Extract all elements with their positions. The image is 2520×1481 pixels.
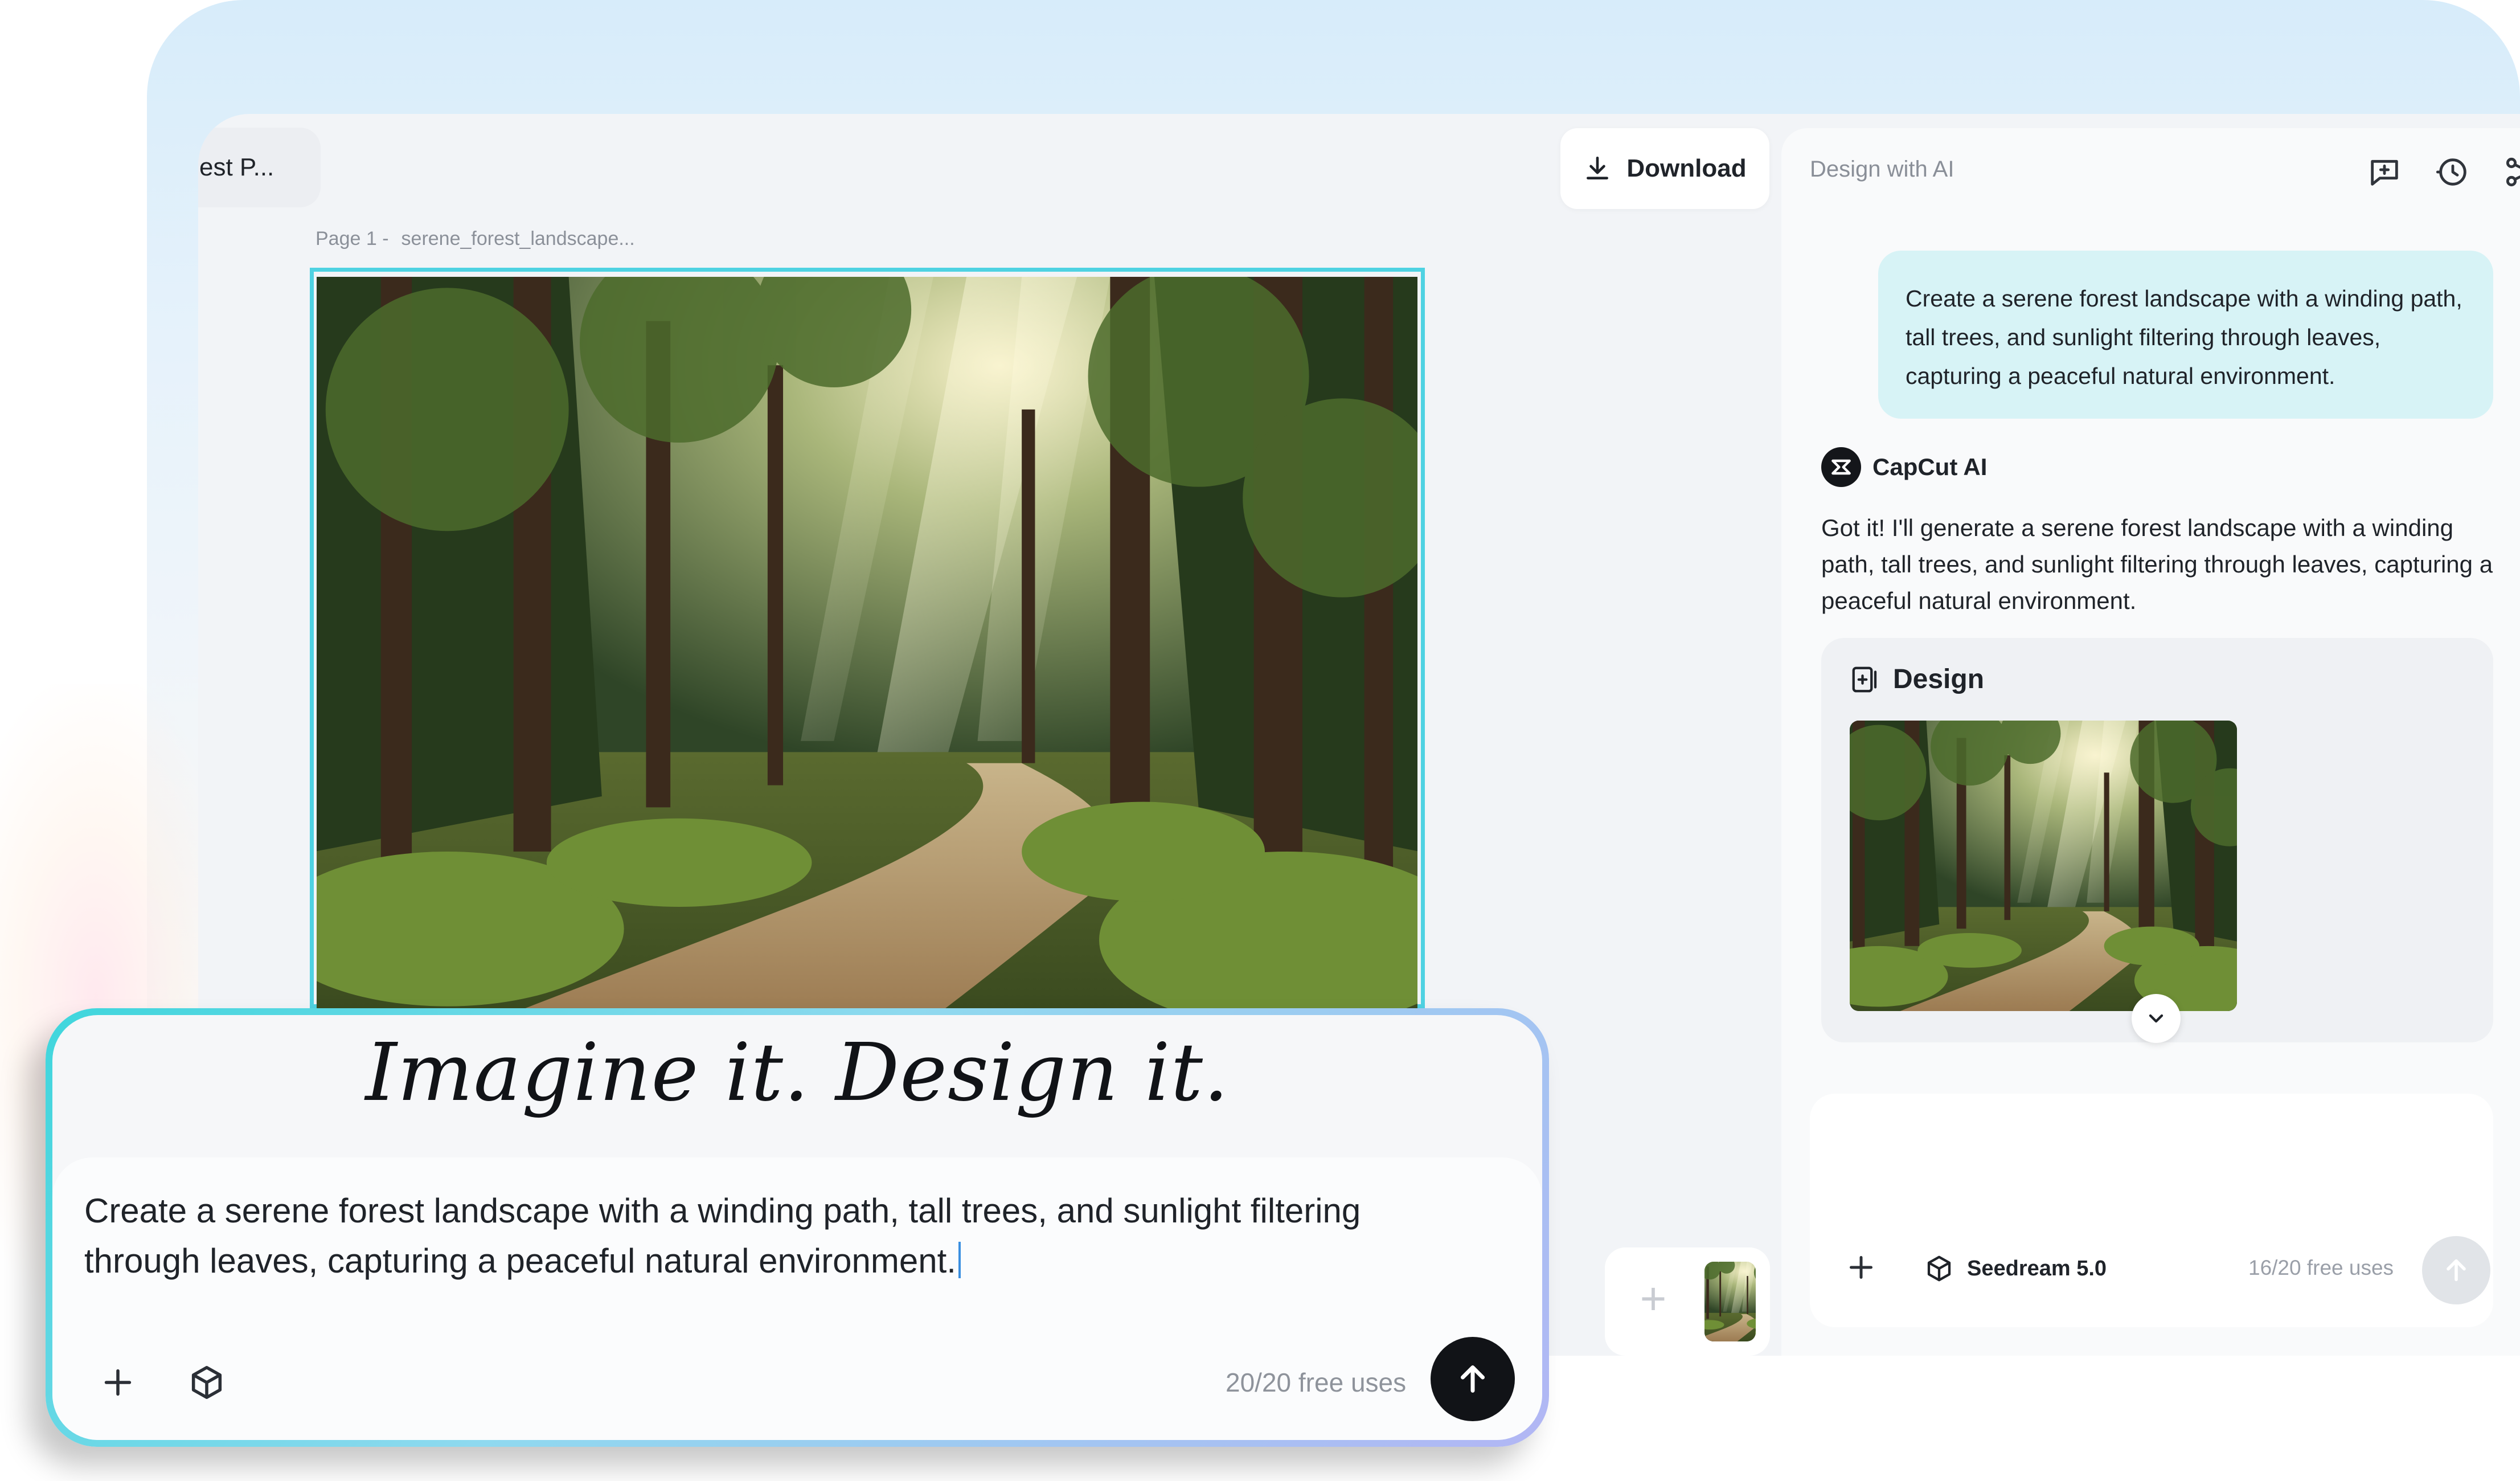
design-result-card: Design bbox=[1821, 638, 2493, 1043]
design-thumbnail-image bbox=[1850, 721, 2237, 1011]
user-message: Create a serene forest landscape with a … bbox=[1878, 251, 2493, 419]
tagline: Imagine it. Design it. bbox=[365, 1026, 1230, 1119]
arrow-up-icon bbox=[1461, 1365, 1485, 1393]
page-strip: + bbox=[1605, 1247, 1770, 1356]
page-label: Page 1 - serene_forest_landscape... bbox=[315, 228, 635, 250]
plus-icon bbox=[1850, 1256, 1872, 1279]
panel-send-button[interactable] bbox=[2422, 1236, 2490, 1304]
download-icon bbox=[1587, 156, 1609, 179]
plus-icon bbox=[104, 1369, 132, 1396]
document-title[interactable]: est P... bbox=[198, 128, 321, 207]
page-thumbnail-image bbox=[1704, 1262, 1756, 1341]
panel-uses-count: 16/20 free uses bbox=[2248, 1256, 2394, 1279]
add-chat-icon bbox=[2371, 159, 2398, 186]
forest-image bbox=[317, 277, 1417, 1017]
panel-add-button[interactable] bbox=[1844, 1250, 1878, 1284]
expand-button[interactable] bbox=[2132, 994, 2181, 1043]
canvas-forest-image[interactable] bbox=[317, 277, 1417, 1017]
new-chat-button[interactable] bbox=[2366, 154, 2403, 190]
composer-uses-count: 20/20 free uses bbox=[1226, 1368, 1407, 1397]
panel-chat-input[interactable]: Seedream 5.0 16/20 free uses bbox=[1810, 1094, 2493, 1327]
composer-card: Imagine it. Design it. Create a serene f… bbox=[52, 1015, 1542, 1440]
design-thumbnail[interactable] bbox=[1850, 721, 2237, 1011]
cube-icon bbox=[191, 1365, 222, 1400]
add-page-button[interactable]: + bbox=[1630, 1276, 1676, 1324]
composer-model-button[interactable] bbox=[187, 1363, 227, 1402]
capcut-logo-icon bbox=[1821, 447, 1861, 487]
composer-add-button[interactable] bbox=[98, 1363, 138, 1402]
ai-sender: CapCut AI bbox=[1821, 447, 1987, 487]
ai-panel: Design with AI Create a serene forest la… bbox=[1781, 128, 2520, 1356]
prompt-input[interactable]: Create a serene forest landscape with a … bbox=[84, 1186, 1451, 1286]
hero-composer: Imagine it. Design it. Create a serene f… bbox=[46, 1008, 1549, 1447]
text-caret bbox=[958, 1242, 961, 1278]
history-icon bbox=[2436, 158, 2466, 186]
history-button[interactable] bbox=[2435, 154, 2471, 190]
design-label: Design bbox=[1893, 664, 1985, 694]
download-button[interactable]: Download bbox=[1560, 128, 1769, 209]
cube-icon bbox=[1927, 1255, 1951, 1282]
share-button[interactable] bbox=[2502, 154, 2520, 190]
model-name: Seedream 5.0 bbox=[1967, 1256, 2107, 1280]
panel-title: Design with AI bbox=[1810, 157, 1954, 182]
ai-message: Got it! I'll generate a serene forest la… bbox=[1821, 514, 2493, 614]
share-icon bbox=[2506, 157, 2520, 187]
arrow-up-icon bbox=[2447, 1259, 2466, 1282]
prompt-text: Create a serene forest landscape with a … bbox=[84, 1192, 1361, 1280]
page-thumbnail[interactable] bbox=[1704, 1262, 1756, 1341]
design-heading: Design bbox=[1850, 664, 1984, 695]
ai-name: CapCut AI bbox=[1872, 453, 1988, 480]
prompt-box[interactable]: Create a serene forest landscape with a … bbox=[52, 1157, 1542, 1440]
download-label: Download bbox=[1626, 154, 1747, 182]
chevron-down-icon bbox=[2149, 1014, 2163, 1023]
composer-send-button[interactable] bbox=[1431, 1337, 1515, 1421]
page-prefix: Page 1 - bbox=[315, 228, 389, 249]
page-name: serene_forest_landscape... bbox=[401, 228, 635, 249]
design-icon bbox=[1852, 666, 1877, 692]
model-selector[interactable]: Seedream 5.0 bbox=[1924, 1253, 2107, 1284]
